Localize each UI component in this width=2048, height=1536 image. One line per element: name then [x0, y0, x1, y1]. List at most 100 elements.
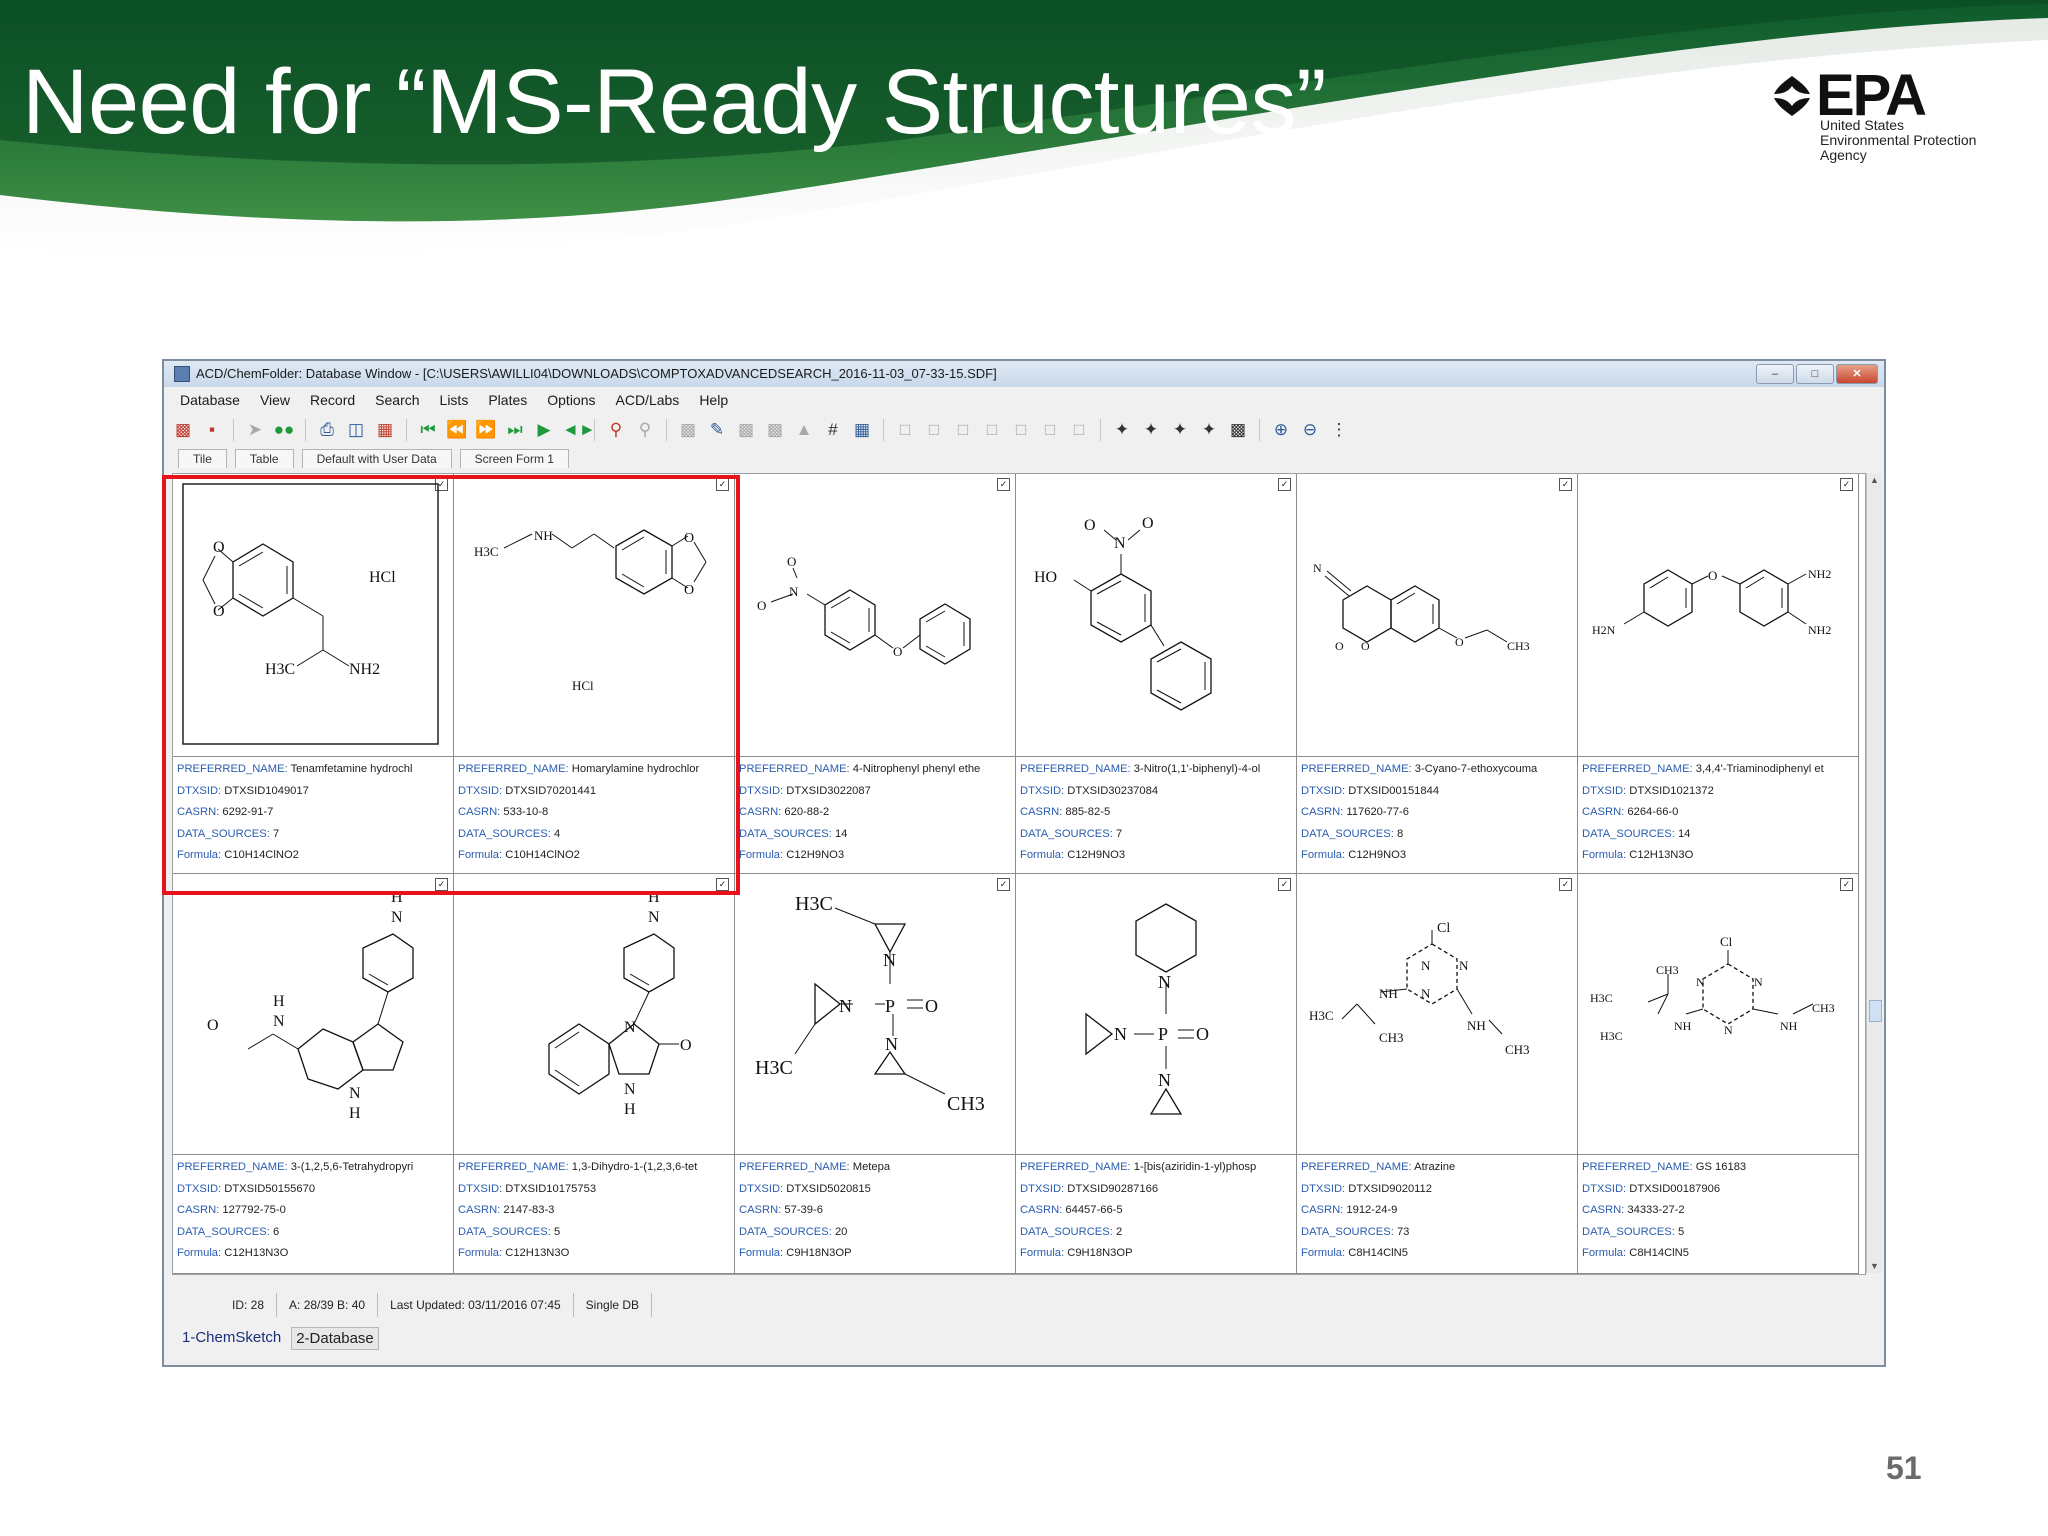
epa-logo: EPA United States Environmental Protecti…	[1770, 63, 2010, 166]
tool-4-icon[interactable]: ✦	[1198, 419, 1220, 441]
layout-4-icon[interactable]: □	[981, 419, 1003, 441]
record-tile[interactable]: ✓ H3C N N P O N H3C CH3 PREFERRED_NAME: …	[735, 874, 1016, 1274]
svg-text:N: N	[349, 1085, 361, 1102]
tool-2-icon[interactable]: ✦	[1140, 419, 1162, 441]
copy-icon[interactable]: ▩	[735, 419, 757, 441]
swap-icon[interactable]: ◄►	[562, 419, 596, 441]
svg-text:N: N	[1114, 1024, 1127, 1044]
scroll-down-icon[interactable]: ▼	[1870, 1261, 1879, 1271]
menu-acdlabs[interactable]: ACD/Labs	[616, 389, 680, 411]
layout-5-icon[interactable]: □	[1010, 419, 1032, 441]
svg-text:H2N: H2N	[1592, 623, 1616, 637]
menu-plates[interactable]: Plates	[488, 389, 527, 411]
scroll-thumb[interactable]	[1869, 1000, 1882, 1022]
next-record-icon[interactable]: ⏩	[475, 419, 497, 441]
record-tile[interactable]: ✓ H2N O NH2 NH2 PREFERRED_NAME: 3,4,4'-T…	[1578, 474, 1859, 874]
svg-text:O: O	[893, 644, 902, 659]
maximize-button[interactable]: □	[1796, 364, 1834, 384]
toolbar-more-icon[interactable]: ⋮	[1328, 419, 1350, 441]
tab-tile[interactable]: Tile	[178, 449, 227, 468]
menu-search[interactable]: Search	[375, 389, 419, 411]
zoom-out-icon[interactable]: ⊖	[1299, 419, 1321, 441]
prev-record-icon[interactable]: ⏪	[446, 419, 468, 441]
tab-database[interactable]: 2-Database	[291, 1327, 379, 1350]
svg-text:CH3: CH3	[1507, 639, 1530, 653]
record-tile[interactable]: ✓ O N O O PREFERRED_NAME: 4-Nitrophenyl …	[735, 474, 1016, 874]
record-tile[interactable]: ✓ H N N O N H PREFERRED_NAME: 1,3-Dihydr…	[454, 874, 735, 1274]
tab-screen-form[interactable]: Screen Form 1	[459, 449, 569, 468]
record-tile[interactable]: ✓ Cl N N N CH3 H3C H3C NH NH CH3 PREFERR…	[1578, 874, 1859, 1274]
go-green-icon[interactable]: ●●	[273, 419, 295, 441]
menu-bar: Database View Record Search Lists Plates…	[164, 389, 1884, 411]
svg-text:O: O	[680, 1037, 692, 1054]
go-to-icon[interactable]: ▶	[533, 419, 555, 441]
layout-7-icon[interactable]: □	[1068, 419, 1090, 441]
epa-flower-icon	[1774, 76, 1810, 116]
last-record-icon[interactable]: ⏭	[504, 419, 526, 441]
svg-text:Cl: Cl	[1720, 934, 1733, 949]
open-db-icon[interactable]: ▩	[172, 419, 194, 441]
menu-database[interactable]: Database	[180, 389, 240, 411]
save-icon[interactable]: ◫	[345, 419, 367, 441]
svg-text:N: N	[885, 1034, 898, 1054]
menu-lists[interactable]: Lists	[440, 389, 469, 411]
svg-text:N: N	[839, 996, 852, 1016]
tab-table[interactable]: Table	[234, 449, 294, 468]
menu-record[interactable]: Record	[310, 389, 355, 411]
layout-3-icon[interactable]: □	[952, 419, 974, 441]
record-info: PREFERRED_NAME: Atrazine DTXSID: DTXSID9…	[1297, 1154, 1577, 1274]
svg-text:N: N	[391, 909, 403, 926]
title-bar: ACD/ChemFolder: Database Window - [C:\US…	[164, 361, 1884, 387]
menu-options[interactable]: Options	[547, 389, 595, 411]
highlight-box	[162, 475, 740, 895]
menu-view[interactable]: View	[260, 389, 290, 411]
record-tile[interactable]: ✓ N N P O N PREFERRED_NAME: 1-[bis(aziri…	[1016, 874, 1297, 1274]
close-db-icon[interactable]: ▪	[201, 419, 223, 441]
grid-icon[interactable]: ▦	[851, 419, 873, 441]
layout-1-icon[interactable]: □	[894, 419, 916, 441]
edit-form-icon[interactable]: ✎	[706, 419, 728, 441]
svg-text:NH: NH	[1379, 986, 1398, 1001]
zoom-in-icon[interactable]: ⊕	[1270, 419, 1292, 441]
record-tile[interactable]: ✓ O N O HO PREFERRED_NAME: 3-Nitro(1,1'-…	[1016, 474, 1297, 874]
toolbar: ▩ ▪ ➤ ●● ⎙ ◫ ▦ ⏮ ⏪ ⏩ ⏭ ▶ ◄► ⚲ ⚲ ▩ ✎ ▩ ▩ …	[172, 415, 1872, 445]
tab-chemsketch[interactable]: 1-ChemSketch	[178, 1327, 285, 1350]
search-icon[interactable]: ⚲	[605, 419, 627, 441]
epa-subtitle: United States Environmental Protection A…	[1820, 117, 1977, 163]
svg-text:N: N	[624, 1081, 636, 1098]
lock-icon[interactable]: ▲	[793, 419, 815, 441]
record-info: PREFERRED_NAME: GS 16183 DTXSID: DTXSID0…	[1578, 1154, 1858, 1274]
view-tabs: Tile Table Default with User Data Screen…	[178, 449, 569, 469]
layout-2-icon[interactable]: □	[923, 419, 945, 441]
svg-text:N: N	[1158, 972, 1171, 992]
form-icon[interactable]: ▩	[677, 419, 699, 441]
minimize-button[interactable]: –	[1756, 364, 1794, 384]
tab-default-user-data[interactable]: Default with User Data	[301, 449, 452, 468]
menu-help[interactable]: Help	[699, 389, 728, 411]
structure-drawing: H2N O NH2 NH2	[1578, 474, 1858, 756]
query-icon[interactable]: ⚲	[634, 419, 656, 441]
structure-drawing: O N O HO	[1016, 474, 1296, 756]
layout-6-icon[interactable]: □	[1039, 419, 1061, 441]
tool-3-icon[interactable]: ✦	[1169, 419, 1191, 441]
first-record-icon[interactable]: ⏮	[417, 419, 439, 441]
svg-text:H: H	[624, 1101, 636, 1118]
svg-text:NH: NH	[1674, 1019, 1692, 1033]
svg-text:CH3: CH3	[1505, 1042, 1530, 1057]
structure-drawing: N O O O CH3	[1297, 474, 1577, 756]
tool-1-icon[interactable]: ✦	[1111, 419, 1133, 441]
vertical-scrollbar[interactable]: ▲ ▼	[1866, 473, 1882, 1273]
paste-icon[interactable]: ▩	[764, 419, 786, 441]
record-add-icon[interactable]: ➤	[244, 419, 266, 441]
record-tile[interactable]: ✓ H N H O N N H PREFERRED_NAME: 3-(1,2,5…	[173, 874, 454, 1274]
record-tile[interactable]: ✓ N O O O CH3 PREFERRED_NAME: 3-Cyano-7-…	[1297, 474, 1578, 874]
print-icon[interactable]: ⎙	[316, 419, 338, 441]
tool-5-icon[interactable]: ▩	[1227, 419, 1249, 441]
hash-icon[interactable]: #	[822, 419, 844, 441]
record-tile[interactable]: ✓ Cl N N N NH H3C CH3 NH CH3 PREFERRED_N…	[1297, 874, 1578, 1274]
export-icon[interactable]: ▦	[374, 419, 396, 441]
scroll-up-icon[interactable]: ▲	[1870, 475, 1879, 485]
close-button[interactable]: ✕	[1836, 364, 1878, 384]
svg-text:O: O	[207, 1017, 219, 1034]
slide-number: 51	[1886, 1450, 1922, 1486]
